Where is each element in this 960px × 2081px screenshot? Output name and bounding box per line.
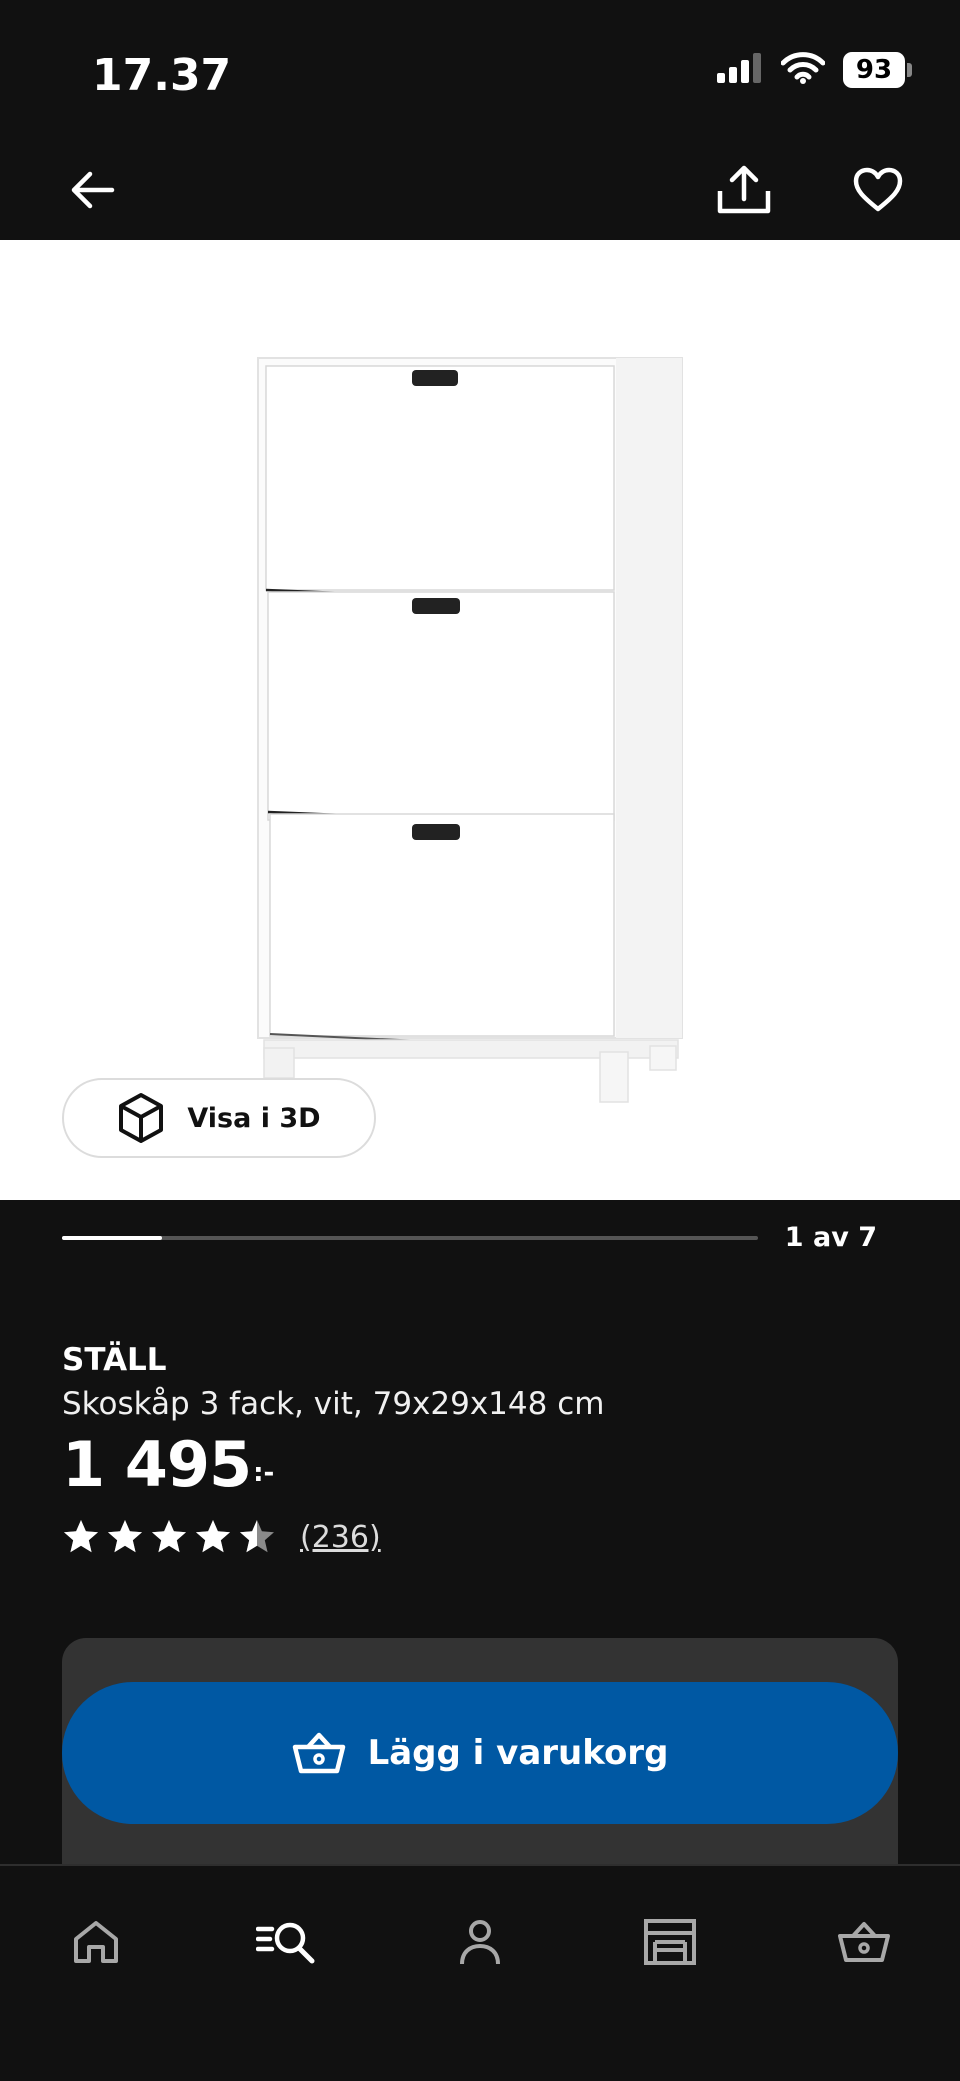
price-value: 1 495 bbox=[62, 1428, 252, 1501]
star-half-icon bbox=[240, 1520, 274, 1553]
tab-search[interactable] bbox=[246, 1902, 326, 1982]
share-icon bbox=[717, 165, 771, 214]
status-time: 17.37 bbox=[92, 50, 232, 101]
price-suffix: :- bbox=[253, 1458, 275, 1488]
product-rating[interactable]: (236) bbox=[62, 1518, 381, 1556]
cart-icon bbox=[292, 1732, 345, 1774]
home-icon bbox=[74, 1921, 118, 1963]
review-count-link[interactable]: (236) bbox=[300, 1520, 381, 1555]
search-icon bbox=[256, 1922, 315, 1964]
add-to-cart-button[interactable]: Lägg i varukorg bbox=[62, 1682, 898, 1824]
tab-cart[interactable] bbox=[824, 1902, 904, 1982]
cube-3d-icon bbox=[119, 1093, 164, 1143]
rating-stars bbox=[62, 1518, 276, 1556]
signal-icon bbox=[717, 53, 763, 87]
favorite-button[interactable] bbox=[846, 158, 910, 222]
product-name: STÄLL bbox=[62, 1342, 167, 1378]
star-full-icon bbox=[152, 1520, 186, 1553]
shoe-cabinet-image bbox=[257, 357, 683, 1103]
wifi-icon bbox=[780, 52, 826, 88]
view-in-3d-label: Visa i 3D bbox=[187, 1102, 321, 1134]
add-to-cart-label: Lägg i varukorg bbox=[367, 1733, 669, 1773]
image-counter: 1 av 7 bbox=[784, 1222, 877, 1253]
star-full-icon bbox=[196, 1520, 230, 1553]
view-in-3d-button[interactable]: Visa i 3D bbox=[62, 1078, 376, 1158]
battery-icon: 93 bbox=[843, 52, 912, 88]
tab-home[interactable] bbox=[56, 1902, 136, 1982]
status-bar: 17.37 93 bbox=[0, 0, 960, 140]
carousel-progress-track bbox=[62, 1236, 758, 1240]
battery-level: 93 bbox=[843, 52, 905, 88]
profile-icon bbox=[460, 1920, 500, 1965]
top-nav bbox=[0, 140, 960, 240]
back-button[interactable] bbox=[60, 158, 124, 222]
share-button[interactable] bbox=[712, 158, 776, 222]
product-description: Skoskåp 3 fack, vit, 79x29x148 cm bbox=[62, 1386, 605, 1422]
tab-profile[interactable] bbox=[440, 1902, 520, 1982]
tab-store[interactable] bbox=[630, 1902, 710, 1982]
store-icon bbox=[644, 1919, 696, 1965]
product-image-gallery[interactable]: Visa i 3D bbox=[0, 240, 960, 1200]
image-carousel-indicator: 1 av 7 bbox=[0, 1200, 960, 1280]
bottom-tab-bar bbox=[0, 1864, 960, 2081]
star-full-icon bbox=[108, 1520, 142, 1553]
cart-icon bbox=[838, 1922, 890, 1962]
back-arrow-icon bbox=[71, 171, 115, 209]
carousel-progress-fill bbox=[62, 1236, 162, 1240]
heart-icon bbox=[853, 167, 903, 212]
product-price: 1 495 :- bbox=[62, 1428, 274, 1501]
star-full-icon bbox=[64, 1520, 98, 1553]
system-icons: 93 bbox=[717, 52, 912, 88]
